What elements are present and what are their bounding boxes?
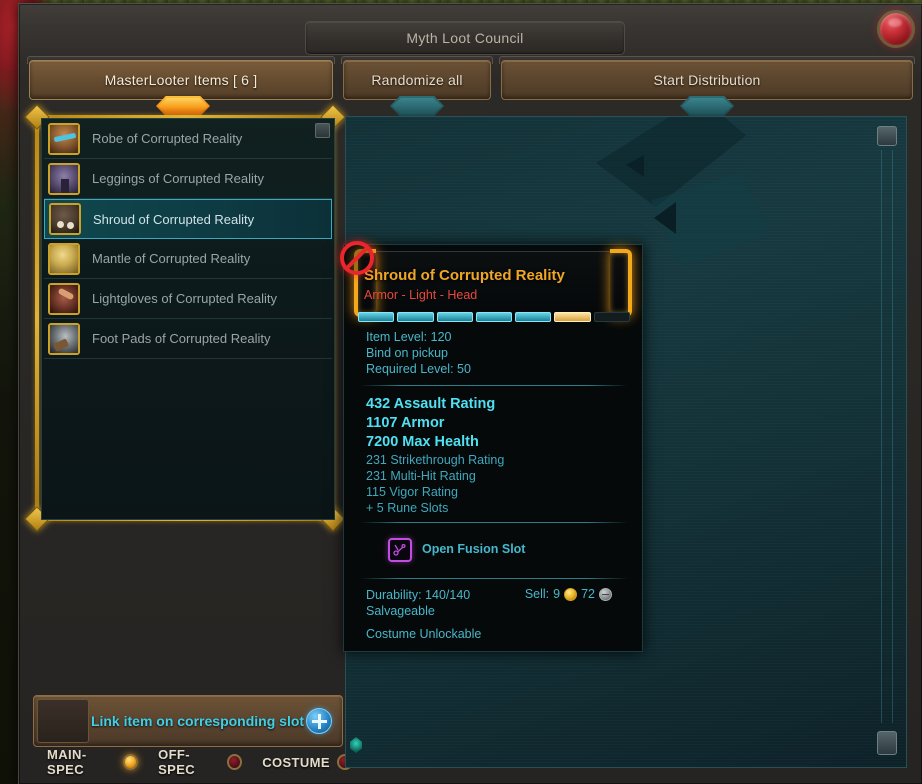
list-item-label: Lightgloves of Corrupted Reality [92,291,277,306]
tab-masterlooter-items-label: MasterLooter Items [ 6 ] [104,72,258,88]
link-item-label: Link item on corresponding slot [90,713,305,729]
sell-gold-amount: 9 [553,587,561,601]
tooltip-minor-stat: + 5 Rune Slots [366,501,449,515]
tooltip-stats-block: 432 Assault Rating 1107 Armor 7200 Max Hea… [366,395,624,516]
robe-icon [48,122,80,155]
quality-segment [593,312,630,322]
tab-bar: MasterLooter Items [ 6 ] Randomize all S… [19,56,922,116]
list-item[interactable]: Foot Pads of Corrupted Reality [44,319,332,359]
footpads-icon [48,322,80,355]
tooltip-major-stat: 432 Assault Rating [366,396,496,412]
quality-segment [554,312,591,322]
tooltip-salvageable: Salvageable [366,604,435,618]
tooltip-divider-1 [360,385,628,386]
item-tooltip: Shroud of Corrupted Reality Armor - Ligh… [340,241,643,652]
tooltip-minor-stat: 115 Vigor Rating [366,485,458,499]
item-list-frame: Robe of Corrupted Reality Leggings of Cor… [23,104,346,532]
tooltip-quality-bar [358,312,630,322]
spec-selector-row: MAIN-SPEC OFF-SPEC COSTUME [33,747,353,777]
link-item-slot[interactable] [37,699,89,743]
frame-edge-left [35,115,39,521]
tooltip-item-name: Shroud of Corrupted Reality [364,267,565,284]
page-title: Myth Loot Council [406,30,524,46]
tooltip-info-block: Item Level: 120 Bind on pickup Required Le… [366,329,624,377]
plus-circle-icon[interactable] [306,708,332,734]
list-item[interactable]: Leggings of Corrupted Reality [44,159,332,199]
quality-segment [436,312,473,322]
list-item[interactable]: Shroud of Corrupted Reality [44,199,332,239]
tab-masterlooter-items[interactable]: MasterLooter Items [ 6 ] [29,60,333,100]
tab-start-distribution[interactable]: Start Distribution [501,60,913,100]
item-list: Robe of Corrupted Reality Leggings of Cor… [42,119,334,359]
tooltip-info-line: Item Level: 120 [366,330,452,344]
spec-off-label: OFF-SPEC [158,747,196,777]
shroud-icon [49,203,81,235]
list-item-label: Robe of Corrupted Reality [92,131,243,146]
tooltip-footer-block: Durability: 140/140 Salvageable Costume … [366,587,624,642]
tooltip-item-type: Armor - Light - Head [364,288,478,302]
prohibited-icon [340,241,374,275]
tooltip-divider-2 [360,522,628,523]
list-item[interactable]: Robe of Corrupted Reality [44,119,332,159]
sell-silver-amount: 72 [581,587,595,601]
tooltip-minor-stat: 231 Strikethrough Rating [366,453,505,467]
tab-randomize-all-label: Randomize all [371,72,463,88]
spec-costume-label: COSTUME [262,754,330,770]
silver-coin-icon [599,587,612,601]
tab-indicator-randomize [390,96,444,116]
spec-toggle-main[interactable]: MAIN-SPEC [47,747,139,777]
tab-start-distribution-label: Start Distribution [653,72,761,88]
panel-scrollbar-track[interactable] [881,150,893,723]
spec-off-indicator[interactable] [227,754,243,770]
loot-council-window: Myth Loot Council MasterLooter Items [ 6… [18,3,922,784]
list-item-label: Mantle of Corrupted Reality [92,251,251,266]
list-item-label: Foot Pads of Corrupted Reality [92,331,271,346]
tooltip-info-line: Bind on pickup [366,346,449,360]
tooltip-info-line: Required Level: 50 [366,362,471,376]
panel-scroll-up-button[interactable] [877,126,897,146]
tooltip-major-stat: 7200 Max Health [366,434,479,450]
tooltip-costume-unlockable: Costume Unlockable [366,627,482,641]
list-item[interactable]: Lightgloves of Corrupted Reality [44,279,332,319]
tooltip-major-stat: 1107 Armor [366,415,445,431]
quality-segment [358,312,395,322]
spec-toggle-off[interactable]: OFF-SPEC [158,747,243,777]
quality-segment [515,312,552,322]
spec-main-indicator[interactable] [123,754,139,770]
leggings-icon [48,162,80,195]
item-list-scroll-button[interactable] [315,123,330,138]
fusion-slot-label: Open Fusion Slot [422,542,526,556]
rune-slot-icon [388,538,412,562]
quality-segment [397,312,434,322]
list-item-label: Leggings of Corrupted Reality [92,171,264,186]
lightgloves-icon [48,282,80,315]
mantle-icon [48,242,80,275]
panel-scroll-down-button[interactable] [877,731,897,755]
quality-segment [475,312,513,322]
tab-indicator-distribution [680,96,734,116]
spec-main-label: MAIN-SPEC [47,747,87,777]
tooltip-sell-price: Sell: 9 72 [525,587,612,601]
link-item-button[interactable]: Link item on corresponding slot [33,695,343,747]
tooltip-minor-stat: 231 Multi-Hit Rating [366,469,476,483]
spec-toggle-costume[interactable]: COSTUME [262,754,353,770]
sell-label: Sell: [524,587,550,601]
gold-coin-icon [564,587,578,601]
list-item-label: Shroud of Corrupted Reality [93,211,255,227]
list-item[interactable]: Mantle of Corrupted Reality [44,239,332,279]
tab-randomize-all[interactable]: Randomize all [343,60,491,100]
close-orb-icon[interactable] [877,10,915,48]
panel-gem-icon [350,737,362,753]
tooltip-divider-3 [360,578,628,579]
window-title-plate: Myth Loot Council [305,21,625,55]
title-bar: Myth Loot Council [19,4,922,58]
item-list-panel: Robe of Corrupted Reality Leggings of Cor… [41,118,335,520]
